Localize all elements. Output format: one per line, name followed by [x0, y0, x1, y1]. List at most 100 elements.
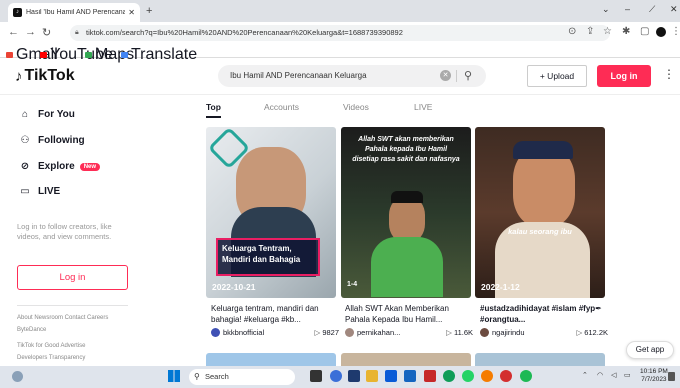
bookmark-star-icon[interactable]: ☆ [603, 26, 612, 37]
notification-icon[interactable] [668, 372, 675, 381]
chrome-icon[interactable] [481, 370, 493, 382]
task-view-icon[interactable] [310, 370, 322, 382]
url-bar[interactable]: 🔒︎ tiktok.com/search?q=Ibu%20Hamil%20AND… [70, 25, 610, 41]
side-panel-icon[interactable]: ▢ [640, 26, 649, 37]
video-card-1[interactable]: Keluarga Tentram, Mandiri dan Bahagia 20… [206, 127, 336, 298]
word-icon[interactable] [404, 370, 416, 382]
upload-button[interactable]: + Upload [527, 65, 587, 87]
footer-links-4[interactable]: Developers Transparency [17, 355, 85, 361]
new-badge: New [79, 162, 101, 171]
clock-date: 7/7/2023 [641, 376, 667, 383]
video-card-3[interactable]: kalau seorang ibu 2022-1-12 [475, 127, 605, 298]
windows-start-icon[interactable] [168, 370, 180, 382]
video-card-6-preview[interactable] [475, 353, 605, 367]
avatar[interactable] [480, 328, 489, 337]
view-count: 9827 [322, 328, 339, 337]
sidebar-item-live[interactable]: ▭ LIVE [18, 186, 60, 197]
browser-tab[interactable]: ♪ Hasil 'Ibu Hamil AND Perencanaan ✕ [8, 3, 140, 22]
battery-icon[interactable]: ▭ [624, 371, 631, 379]
maps-icon [85, 52, 92, 58]
taskbar-search-input[interactable]: ⚲ Search [189, 369, 295, 385]
sidebar-item-explore[interactable]: ⊘ Explore New [18, 161, 101, 172]
clear-search-icon[interactable]: ✕ [440, 70, 451, 81]
opera-icon[interactable] [500, 370, 512, 382]
gmail-icon [6, 52, 13, 58]
taskbar-clock[interactable]: 10:16 PM 7/7/2023 [640, 368, 668, 384]
footer-links-1[interactable]: About Newsroom Contact Careers [17, 315, 108, 321]
file-explorer-icon[interactable] [348, 370, 360, 382]
sidebar-item-for-you[interactable]: ⌂ For You [18, 109, 75, 120]
video-card-5-preview[interactable] [341, 353, 471, 367]
play-icon: ▷ [576, 328, 583, 337]
video-card-2[interactable]: Allah SWT akan memberikan Pahala kepada … [341, 127, 471, 298]
tiktok-logo[interactable]: ♪ TikTok [15, 67, 75, 85]
footer-links-2[interactable]: ByteDance [17, 327, 46, 333]
folder-icon[interactable] [366, 370, 378, 382]
home-icon: ⌂ [21, 109, 29, 120]
browser-menu-icon[interactable]: ⋮ [671, 26, 680, 37]
video-caption[interactable]: Allah SWT Akan Memberikan Pahala Kepada … [345, 303, 473, 325]
chat-icon[interactable] [330, 370, 342, 382]
sidebar-item-following[interactable]: ⚇ Following [18, 135, 85, 146]
compass-icon: ⊘ [20, 161, 30, 172]
tab-search-chevron-icon[interactable]: ⌄ [602, 4, 610, 15]
translate-icon [121, 52, 128, 58]
tiktok-favicon-icon: ♪ [13, 8, 22, 17]
whatsapp-icon[interactable] [462, 370, 474, 382]
mcafee-icon[interactable] [424, 370, 436, 382]
get-app-button[interactable]: Get app [626, 341, 674, 359]
person-shirt [371, 237, 443, 297]
author-name[interactable]: ngajirindu [492, 328, 576, 337]
close-window-icon[interactable]: ✕ [670, 4, 678, 15]
new-tab-icon[interactable]: + [146, 5, 152, 17]
sidebar-login-button[interactable]: Log in [17, 265, 128, 290]
lock-icon: 🔒︎ [75, 29, 79, 36]
author-name[interactable]: bkkbnofficial [223, 328, 315, 337]
person-cap [513, 141, 573, 159]
tab-accounts[interactable]: Accounts [264, 102, 299, 112]
spotify-icon[interactable] [520, 370, 532, 382]
tiktok-note-icon: ♪ [15, 67, 23, 85]
video-caption[interactable]: Keluarga tentram, mandiri dan bahagia! #… [211, 303, 339, 325]
volume-icon[interactable]: ◁ [611, 371, 616, 379]
author-name[interactable]: pernikahan... [357, 328, 446, 337]
tab-top[interactable]: Top [206, 102, 221, 112]
extensions-icon[interactable]: ✱ [622, 26, 630, 37]
search-icon[interactable]: ⚲ [464, 65, 472, 87]
edge-icon[interactable] [443, 370, 455, 382]
wifi-icon[interactable]: ◠ [597, 371, 603, 379]
back-icon[interactable]: ← [8, 26, 19, 38]
avatar[interactable] [211, 328, 220, 337]
tab-live[interactable]: LIVE [414, 102, 432, 112]
profile-avatar[interactable] [656, 27, 666, 37]
footer-links-3[interactable]: TikTok for Good Advertise [17, 343, 85, 349]
tray-chevron-icon[interactable]: ⌃ [582, 371, 588, 379]
restore-icon[interactable]: ⟋ [649, 4, 655, 15]
video-overlay-text: kalau seorang ibu [508, 227, 572, 236]
video-date: 2022-1-12 [481, 282, 520, 292]
forward-icon[interactable]: → [25, 26, 36, 38]
video-meta: pernikahan... ▷ 11.6K [345, 328, 473, 337]
play-icon: ▷ [446, 328, 452, 337]
search-icon: ⚲ [194, 372, 200, 381]
person-face [389, 197, 425, 242]
close-tab-icon[interactable]: ✕ [128, 8, 135, 17]
video-meta: ngajirindu ▷ 612.2K [480, 328, 608, 337]
video-card-4-preview[interactable] [206, 353, 336, 367]
reload-icon[interactable]: ↻ [42, 26, 51, 39]
avatar[interactable] [345, 328, 354, 337]
search-input[interactable]: Ibu Hamil AND Perencanaan Keluarga ✕ ⚲ [218, 65, 486, 87]
video-overlay-text: Keluarga Tentram, Mandiri dan Bahagia [216, 238, 320, 276]
minimize-icon[interactable]: – [625, 4, 630, 14]
person-face [513, 147, 575, 227]
weather-icon[interactable] [12, 371, 23, 382]
store-icon[interactable] [385, 370, 397, 382]
more-options-icon[interactable]: ⋮ [663, 67, 675, 81]
video-overlay-text: Allah SWT akan memberikan Pahala kepada … [352, 136, 460, 163]
share-icon[interactable]: ⇪ [586, 26, 594, 37]
login-button[interactable]: Log in [597, 65, 651, 87]
tab-videos[interactable]: Videos [343, 102, 369, 112]
video-caption[interactable]: #ustadzadihidayat #islam #fyp✒ #orangtua… [480, 303, 608, 325]
google-lens-icon[interactable]: ⊙ [568, 26, 576, 37]
search-value: Ibu Hamil AND Perencanaan Keluarga [230, 71, 367, 80]
